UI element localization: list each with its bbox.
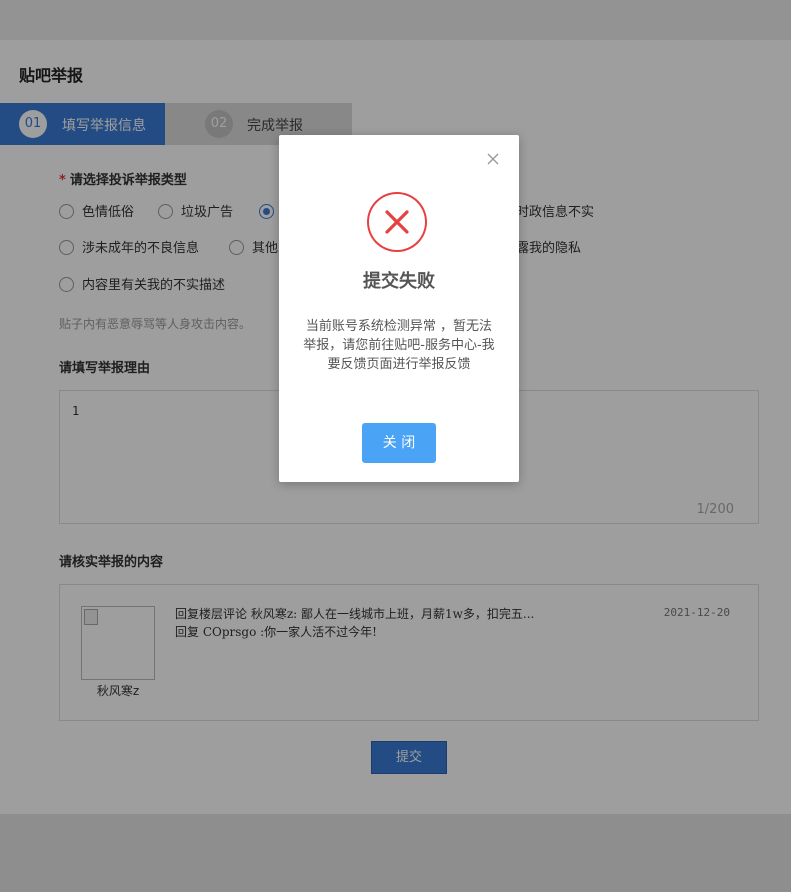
- dialog-message: 当前账号系统检测异常 ，暂无法举报，请您前往贴吧-服务中心-我要反馈页面进行举报…: [303, 319, 495, 372]
- dialog-title: 提交失败: [363, 271, 435, 292]
- close-icon[interactable]: [485, 151, 501, 167]
- close-button[interactable]: 关 闭: [362, 423, 436, 463]
- error-dialog: 提交失败 当前账号系统检测异常 ，暂无法举报，请您前往贴吧-服务中心-我要反馈页…: [279, 135, 519, 482]
- error-x-circle-icon: [367, 192, 427, 252]
